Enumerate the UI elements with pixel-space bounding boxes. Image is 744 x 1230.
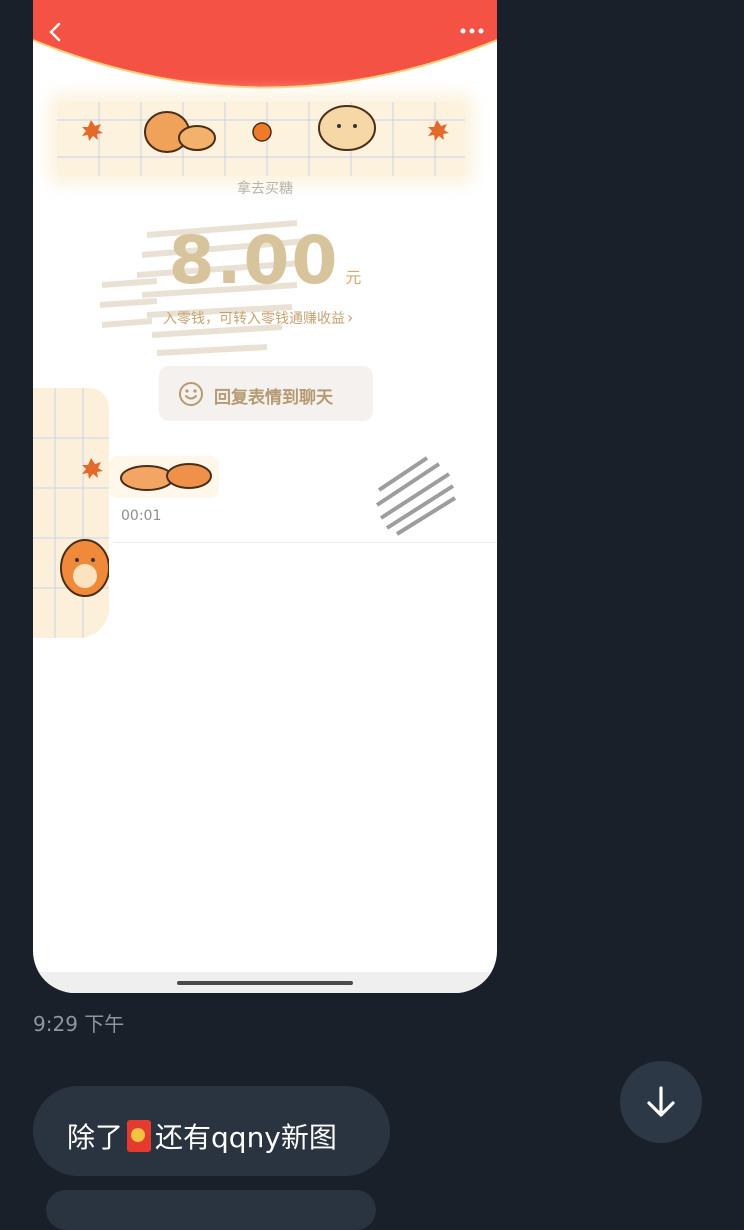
squirrel-sticker-icon bbox=[33, 388, 109, 638]
redaction-scribble-2 bbox=[375, 456, 457, 536]
message-timestamp: 9:29 下午 bbox=[33, 1012, 125, 1036]
chevron-right-icon: › bbox=[347, 308, 354, 327]
amount-display: 8.00 元 bbox=[33, 222, 497, 299]
squirrel-tail-icon bbox=[120, 463, 212, 491]
sticker-pattern-mid bbox=[109, 456, 219, 498]
video-time: 00:01 bbox=[121, 508, 162, 524]
divider bbox=[113, 542, 497, 543]
scroll-to-bottom-button[interactable] bbox=[620, 1061, 702, 1143]
message-text-before: 除了 bbox=[67, 1121, 124, 1154]
cover-banner bbox=[57, 102, 465, 176]
red-envelope-icon bbox=[127, 1120, 152, 1152]
grid-pattern-icon bbox=[57, 102, 465, 176]
wallet-note-text: 入零钱，可转入零钱通赚收益 bbox=[163, 311, 345, 327]
back-arrow-icon[interactable] bbox=[43, 18, 67, 46]
reply-sticker-button[interactable]: 回复表情到聊天 bbox=[159, 366, 373, 421]
home-indicator bbox=[177, 981, 353, 985]
message-text: 除了 还有qqny新图 bbox=[67, 1116, 337, 1156]
more-options-icon[interactable] bbox=[457, 20, 487, 42]
reply-sticker-label: 回复表情到聊天 bbox=[214, 388, 333, 408]
wallet-note-link[interactable]: 入零钱，可转入零钱通赚收益 › bbox=[163, 308, 413, 328]
smile-icon bbox=[179, 382, 203, 406]
message-bubble[interactable]: 除了 还有qqny新图 bbox=[33, 1086, 390, 1176]
sticker-pattern-left bbox=[33, 388, 109, 638]
message-bubble-next[interactable] bbox=[46, 1190, 376, 1230]
arrow-down-icon bbox=[647, 1086, 675, 1117]
message-text-after: 还有qqny新图 bbox=[155, 1121, 337, 1154]
amount-unit: 元 bbox=[345, 268, 362, 287]
shared-screenshot[interactable]: 拿去买糖 8.00 元 入零钱，可转入零钱通赚收益 › 回复表情到聊天 00:0… bbox=[33, 0, 497, 993]
red-header bbox=[33, 0, 497, 89]
amount-value: 8.00 bbox=[168, 222, 340, 299]
cover-title: 拿去买糖 bbox=[237, 181, 293, 197]
